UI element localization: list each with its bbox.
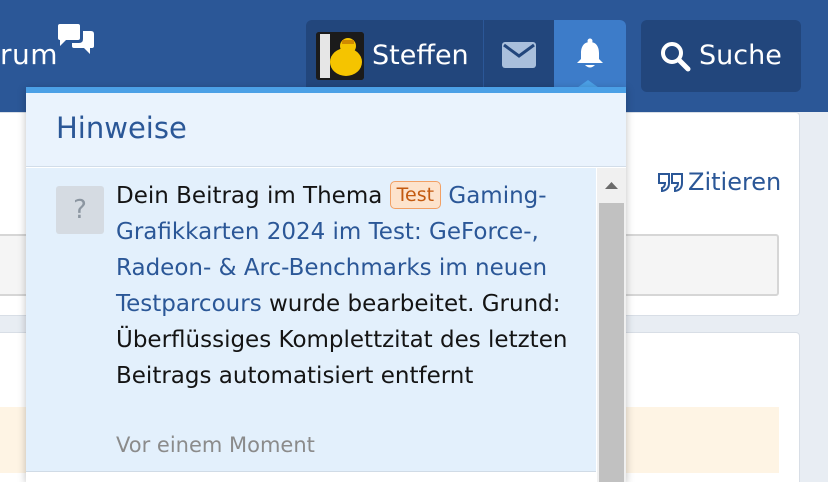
quote-label: Zitieren xyxy=(688,168,782,196)
thread-label-badge: Test xyxy=(389,181,442,209)
notification-time: Vor einem Moment xyxy=(116,433,315,457)
alerts-dropdown: Hinweise ? Dein Beitrag im Thema Test Ga… xyxy=(26,87,626,482)
notification-avatar: ? xyxy=(56,186,104,234)
notification-item[interactable]: ? Dein Beitrag im Thema Test Gaming-Graf… xyxy=(26,168,596,472)
conversations-button[interactable] xyxy=(484,20,554,92)
dropdown-header: Hinweise xyxy=(26,93,626,167)
scroll-up-button[interactable] xyxy=(597,171,626,201)
quote-icon xyxy=(658,173,683,193)
scroll-up-icon xyxy=(605,182,618,189)
avatar-image xyxy=(316,32,364,80)
chat-icon xyxy=(58,24,94,54)
bell-icon xyxy=(577,38,603,68)
user-name: Steffen xyxy=(372,40,469,71)
search-label: Suche xyxy=(699,40,782,71)
dropdown-title[interactable]: Hinweise xyxy=(56,111,187,145)
user-menu-button[interactable]: Steffen xyxy=(306,20,484,92)
notification-text: Dein Beitrag im Thema Test Gaming-Grafik… xyxy=(116,178,586,394)
search-icon xyxy=(661,42,691,72)
quote-button[interactable]: Zitieren xyxy=(658,168,781,196)
scrollbar-thumb[interactable] xyxy=(599,203,624,482)
envelope-icon xyxy=(502,42,536,68)
site-title[interactable]: rum xyxy=(0,38,58,71)
notification-prefix: Dein Beitrag im Thema xyxy=(116,183,390,209)
search-button[interactable]: Suche xyxy=(641,20,801,92)
avatar xyxy=(316,32,364,80)
